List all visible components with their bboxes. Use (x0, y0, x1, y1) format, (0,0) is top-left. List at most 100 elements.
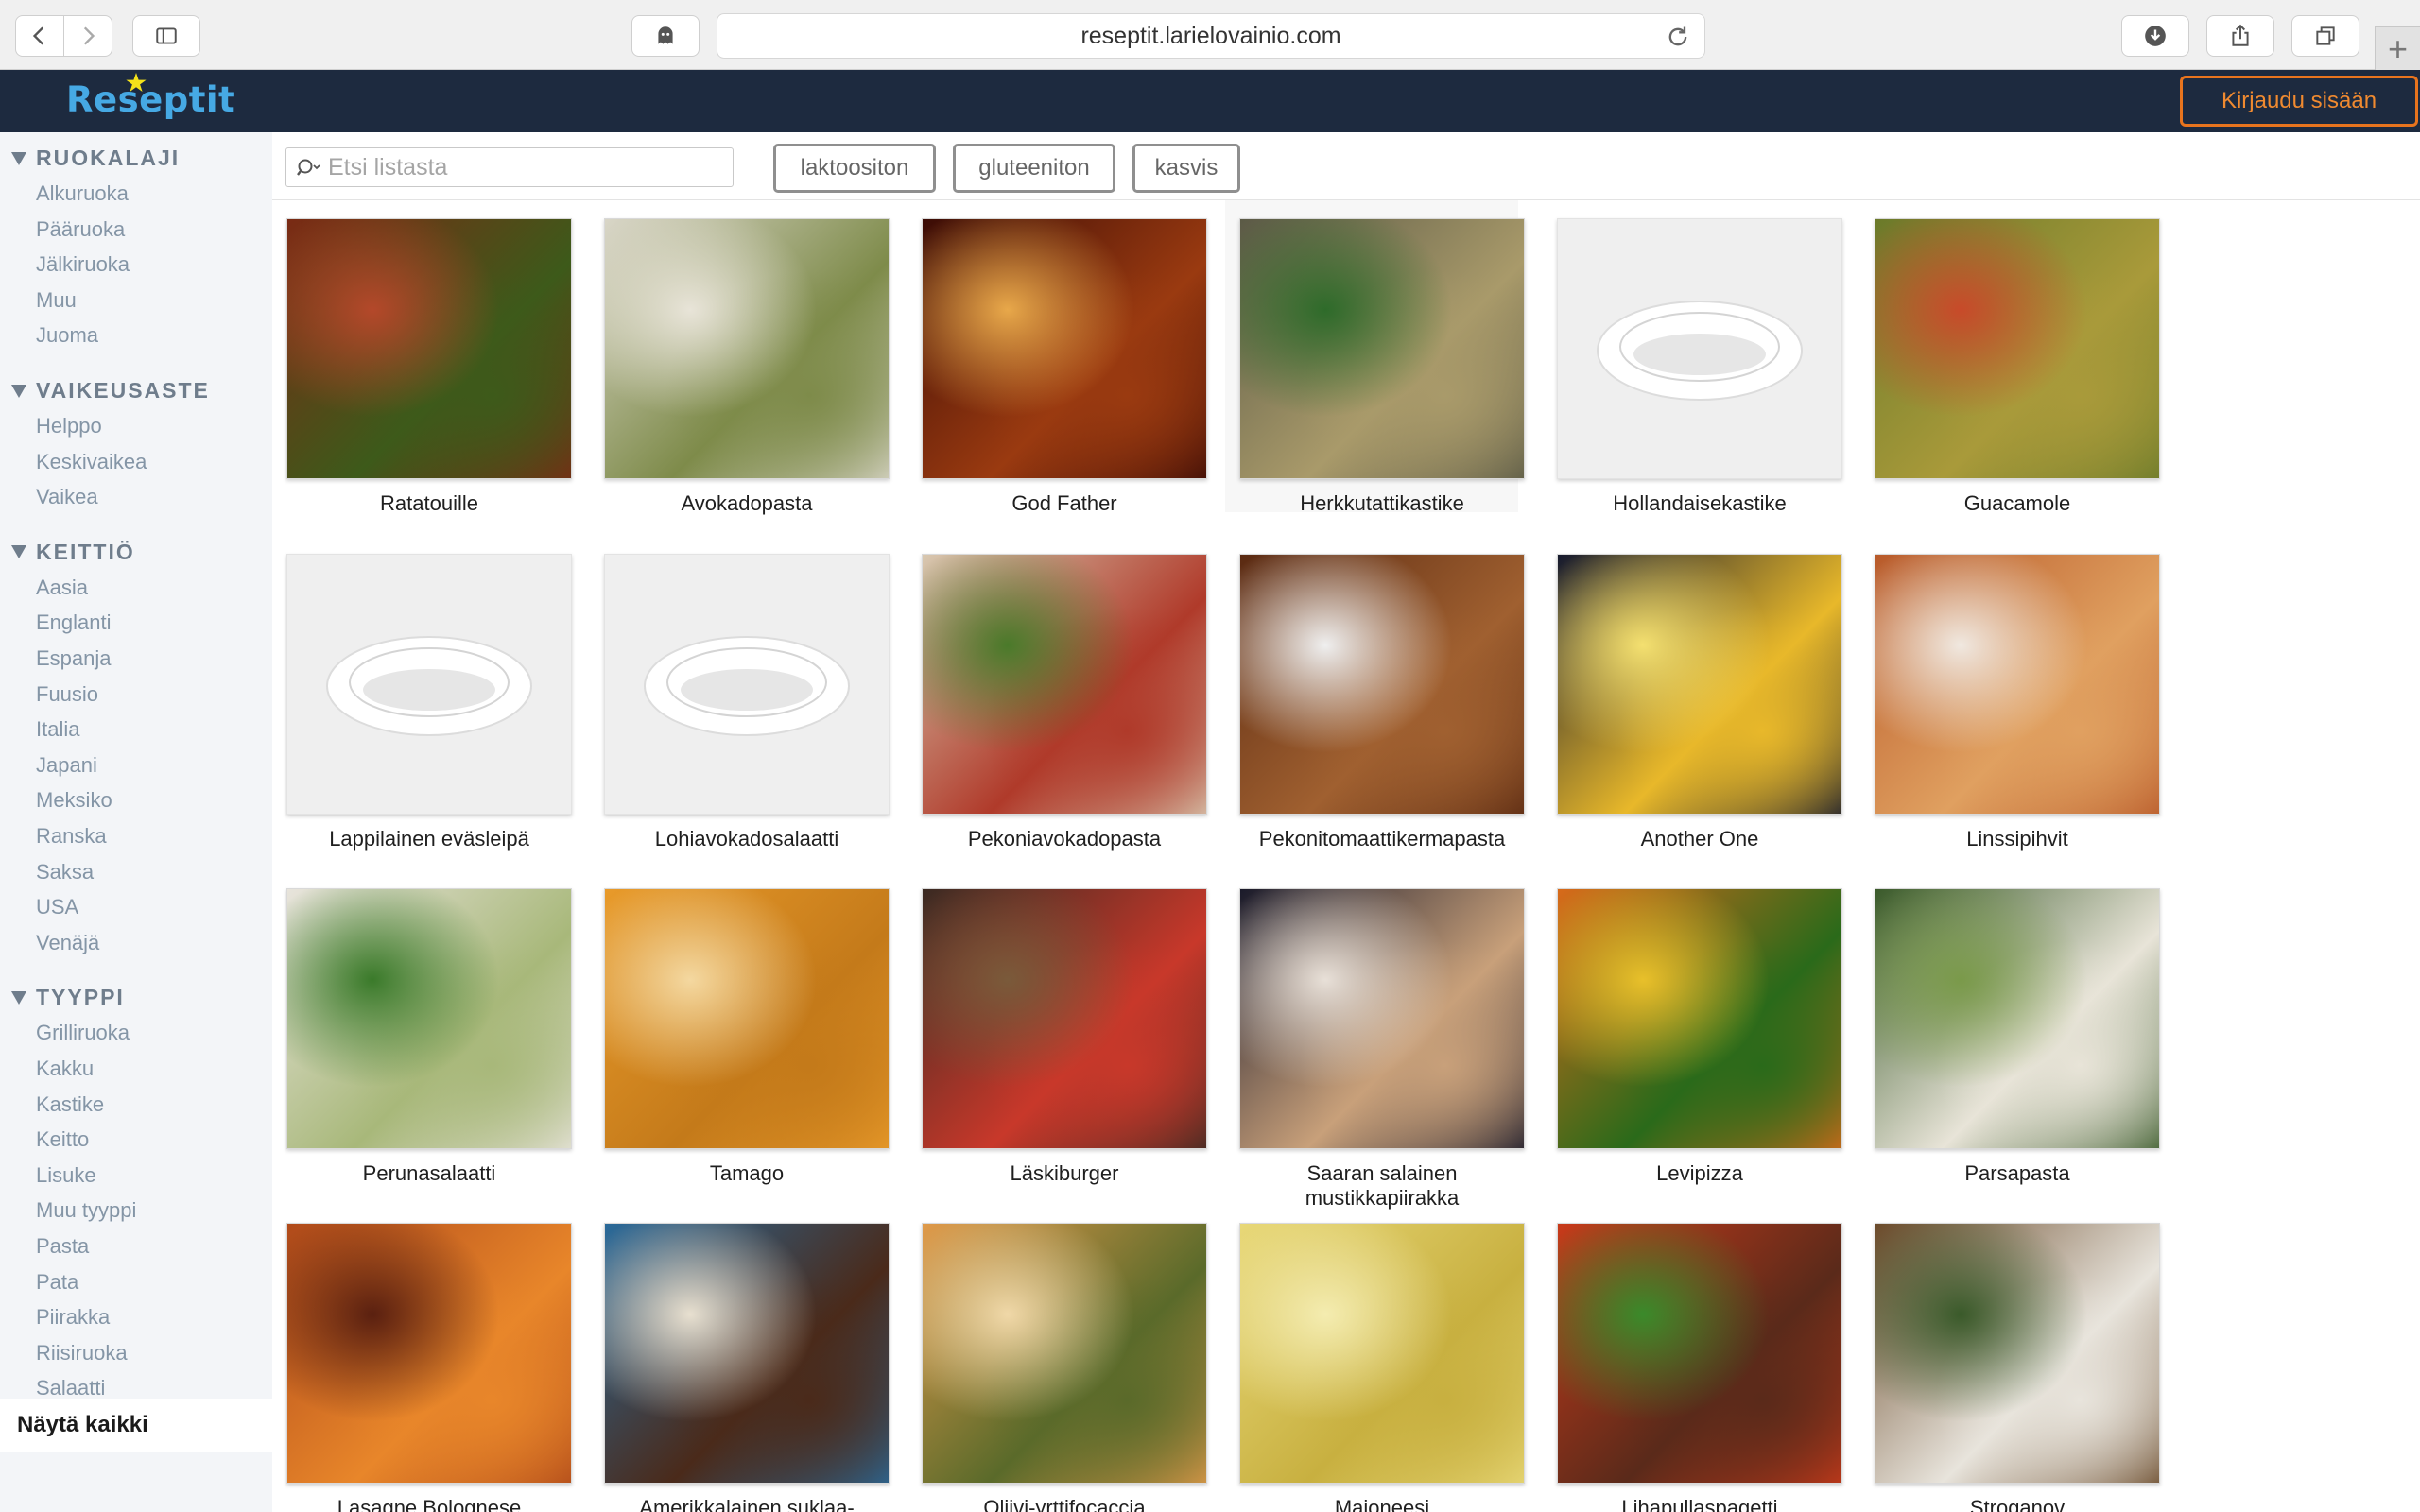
recipe-name: Hollandaisekastike (1613, 491, 1787, 515)
filter-tag-gluteeniton[interactable]: gluteeniton (953, 144, 1115, 193)
sidebar-item[interactable]: Meksiko (36, 788, 112, 813)
category-heading-0[interactable]: RUOKALAJI (11, 146, 180, 171)
empty-plate-icon (326, 636, 532, 736)
recipe-name: Lohiavokadosalaatti (654, 827, 839, 850)
sidebar-item[interactable]: Juoma (36, 323, 98, 348)
filter-tag-laktoositon[interactable]: laktoositon (773, 144, 936, 193)
sidebar-item[interactable]: Aasia (36, 576, 88, 600)
sidebar-icon (156, 27, 177, 44)
recipe-card[interactable]: Stroganov (1860, 1205, 2160, 1512)
sidebar-item[interactable]: Keitto (36, 1127, 89, 1152)
sidebar-item[interactable]: Englanti (36, 610, 112, 635)
filter-tag-kasvis[interactable]: kasvis (1132, 144, 1240, 193)
sidebar-item[interactable]: Vaikea (36, 485, 98, 509)
recipe-card[interactable]: Pekoniavokadopasta (908, 536, 1207, 850)
sidebar-item[interactable]: Japani (36, 753, 97, 778)
recipe-card[interactable]: Avokadopasta (590, 200, 890, 515)
category-heading-2[interactable]: KEITTIÖ (11, 540, 135, 565)
sidebar-item[interactable]: Fuusio (36, 682, 98, 707)
sidebar-item[interactable]: Muu tyyppi (36, 1198, 136, 1223)
recipe-card[interactable]: Another One (1543, 536, 1842, 850)
chevron-right-icon (83, 26, 95, 45)
chevron-left-icon (32, 26, 44, 45)
show-tabs-button[interactable] (2291, 15, 2360, 57)
recipe-card[interactable]: Läskiburger (908, 870, 1207, 1185)
recipe-name: Saaran salainen mustikkapiirakka (1305, 1161, 1460, 1210)
search-placeholder: Etsi listasta (328, 153, 448, 180)
recipe-card[interactable]: Lasagne Bolognese (272, 1205, 572, 1512)
recipe-card[interactable]: Amerikkalainen suklaa- (590, 1205, 890, 1512)
category-heading-3[interactable]: TYYPPI (11, 985, 125, 1010)
recipe-card[interactable]: Levipizza (1543, 870, 1842, 1185)
collapse-triangle-icon (11, 384, 26, 398)
reload-icon[interactable] (1665, 24, 1691, 50)
recipe-card[interactable]: Herkkutattikastike (1225, 200, 1525, 515)
recipe-card[interactable]: Ratatouille (272, 200, 572, 515)
downloads-button[interactable] (2121, 15, 2189, 57)
plus-icon: + (2387, 28, 2409, 68)
recipe-card[interactable]: Parsapasta (1860, 870, 2160, 1185)
category-heading-1[interactable]: VAIKEUSASTE (11, 378, 210, 404)
recipe-card[interactable]: Lohiavokadosalaatti (590, 536, 890, 850)
recipe-card[interactable]: Tamago (590, 870, 890, 1185)
sidebar-item[interactable]: Grilliruoka (36, 1021, 130, 1045)
recipe-name: Amerikkalainen suklaa- (639, 1496, 855, 1512)
show-all-link[interactable]: Näytä kaikki (0, 1399, 272, 1452)
login-button[interactable]: Kirjaudu sisään (2180, 76, 2418, 127)
new-tab-button[interactable]: + (2375, 26, 2420, 70)
sidebar-item[interactable]: Keskivaikea (36, 450, 147, 474)
sidebar-item[interactable]: Pasta (36, 1234, 89, 1259)
back-button[interactable] (15, 15, 64, 57)
sidebar-item[interactable]: Pääruoka (36, 217, 125, 242)
sidebar-item[interactable]: Jälkiruoka (36, 252, 130, 277)
recipe-card[interactable]: Hollandaisekastike (1543, 200, 1842, 515)
recipe-name: Herkkutattikastike (1300, 491, 1464, 515)
collapse-triangle-icon (11, 545, 26, 559)
recipe-card[interactable]: Pekonitomaattikermapasta (1225, 536, 1525, 850)
private-browsing-button[interactable] (631, 15, 700, 57)
collapse-triangle-icon (11, 151, 26, 165)
recipe-card[interactable]: Lihapullaspagetti (1543, 1205, 1842, 1512)
sidebar-item[interactable]: Piirakka (36, 1305, 110, 1330)
recipe-card[interactable]: Oliivi-yrttifocaccia (908, 1205, 1207, 1512)
browser-toolbar: reseptit.larielovainio.com + (0, 0, 2420, 70)
recipe-card[interactable]: Saaran salainen mustikkapiirakka (1225, 870, 1525, 1210)
recipe-photo (286, 218, 572, 479)
recipe-photo (286, 888, 572, 1149)
recipe-card[interactable]: Lappilainen eväsleipä (272, 536, 572, 850)
recipe-card[interactable]: Perunasalaatti (272, 870, 572, 1185)
search-input[interactable]: Etsi listasta (285, 147, 734, 187)
sidebar-item[interactable]: Kakku (36, 1057, 94, 1081)
recipe-card[interactable]: Guacamole (1860, 200, 2160, 515)
category-heading-label: RUOKALAJI (36, 146, 181, 170)
sidebar-item[interactable]: USA (36, 895, 78, 919)
site-logo[interactable]: Reseptit (66, 79, 235, 120)
sidebar-item[interactable]: Saksa (36, 860, 94, 885)
sidebar-item[interactable]: Venäjä (36, 931, 99, 955)
share-button[interactable] (2206, 15, 2274, 57)
sidebar-item[interactable]: Riisiruoka (36, 1341, 128, 1366)
recipe-photo (1875, 1223, 2160, 1484)
sidebar-item[interactable]: Pata (36, 1270, 78, 1295)
recipe-photo (1239, 218, 1525, 479)
sidebar-item[interactable]: Espanja (36, 646, 112, 671)
recipe-photo (922, 218, 1207, 479)
sidebar-item[interactable]: Lisuke (36, 1163, 96, 1188)
sidebar-item[interactable]: Helppo (36, 414, 102, 438)
forward-button[interactable] (63, 15, 112, 57)
recipe-card[interactable]: God Father (908, 200, 1207, 515)
sidebar-item[interactable]: Alkuruoka (36, 181, 129, 206)
tabs-icon (2316, 26, 2335, 45)
show-sidebar-button[interactable] (132, 15, 200, 57)
sidebar-item[interactable]: Muu (36, 288, 77, 313)
recipe-photo (604, 1223, 890, 1484)
collapse-triangle-icon (11, 990, 26, 1005)
sidebar-item[interactable]: Ranska (36, 824, 107, 849)
sidebar-item[interactable]: Kastike (36, 1092, 104, 1117)
address-bar[interactable]: reseptit.larielovainio.com (717, 13, 1705, 59)
recipe-card[interactable]: Linssipihvit (1860, 536, 2160, 850)
sidebar-item[interactable]: Italia (36, 717, 79, 742)
recipe-name: Guacamole (1963, 491, 2071, 515)
sidebar-item[interactable]: Salaatti (36, 1376, 105, 1400)
recipe-card[interactable]: Majoneesi (1225, 1205, 1525, 1512)
